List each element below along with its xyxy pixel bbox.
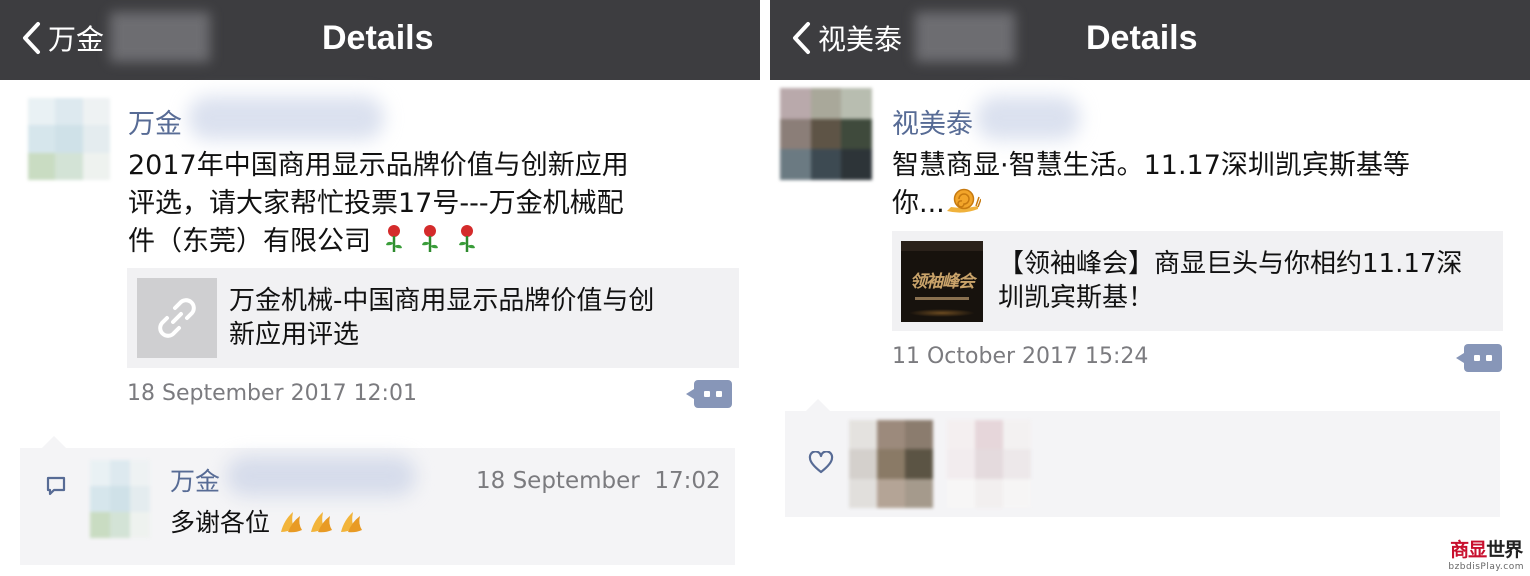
liker-avatar[interactable] [947,420,1031,508]
redacted-name [226,456,416,496]
comment-text: 多谢各位 [170,504,368,545]
redacted-name [976,96,1080,140]
post-text-line: 评选，请大家帮忙投票17号---万金机械配 [128,188,624,219]
likes-section [785,411,1500,517]
pray-emoji [308,507,338,545]
link-icon [137,278,217,358]
comment-menu-button[interactable] [686,380,732,408]
snail-emoji [945,187,982,226]
feedback-arrow [42,436,66,448]
link-thumbnail: 领袖峰会 [901,241,983,322]
nav-bar: 万金 Details [0,0,760,80]
back-label: 视美泰 [818,23,903,56]
rose-emoji [453,223,481,264]
avatar[interactable] [28,98,110,180]
post-author[interactable]: 视美泰 [892,102,973,141]
comment-menu-button[interactable] [1456,344,1502,372]
link-card[interactable]: 万金机械-中国商用显示品牌价值与创 新应用评选 [127,268,739,368]
site-watermark: 商显世界 bzbdisPlay.com [1448,535,1524,572]
nav-bar: 视美泰 Details [770,0,1530,80]
pray-emoji [278,507,308,545]
comment-author[interactable]: 万金 [170,462,220,498]
redacted-name [915,12,1015,62]
post-author[interactable]: 万金 [128,102,182,141]
rose-emoji [416,223,444,264]
chevron-left-icon [23,22,40,54]
post-timestamp: 11 October 2017 15:24 [892,344,1149,369]
link-title: 【领袖峰会】商显巨头与你相约11.17深 圳凯宾斯基！ [998,249,1463,313]
redacted-name [110,12,210,62]
back-button[interactable]: 万金 [20,16,104,60]
comment-icon [46,476,66,496]
page-title: Details [1086,19,1198,57]
liker-avatar[interactable] [849,420,933,508]
thumbnail-title: 领袖峰会 [910,272,975,292]
rose-emoji [380,223,408,264]
right-moment-detail: 视美泰 Details 视美泰 智慧商显·智慧生活。11.17深圳凯宾斯基等 你… [770,0,1530,576]
watermark-domain: bzbdisPlay.com [1448,562,1524,572]
post-timestamp: 18 September 2017 12:01 [127,381,417,406]
pray-emoji [338,507,368,545]
post-text-line: 智慧商显·智慧生活。11.17深圳凯宾斯基等 [892,150,1410,181]
left-moment-detail: 万金 Details 万金 2017年中国商用显示品牌价值与创新应用 评选，请大… [0,0,760,576]
redacted-name [188,96,384,140]
post-text-line: 你... [892,185,1512,226]
link-title: 万金机械-中国商用显示品牌价值与创 新应用评选 [229,286,655,350]
comment-section: 万金 18 September 17:02 多谢各位 [20,448,735,565]
chevron-left-icon [793,22,810,54]
post-text-line: 件（东莞）有限公司 [128,223,728,264]
link-card[interactable]: 领袖峰会 【领袖峰会】商显巨头与你相约11.17深 圳凯宾斯基！ [892,231,1503,331]
watermark-logo: 商显世界 [1450,539,1523,561]
post-text: 智慧商显·智慧生活。11.17深圳凯宾斯基等 你... [892,147,1512,226]
heart-icon [808,451,834,474]
post-text-line: 2017年中国商用显示品牌价值与创新应用 [128,150,629,181]
post-text: 2017年中国商用显示品牌价值与创新应用 评选，请大家帮忙投票17号---万金机… [128,147,728,264]
page-title: Details [322,19,434,57]
commenter-avatar[interactable] [90,460,150,538]
avatar[interactable] [780,88,872,180]
back-button[interactable]: 视美泰 [790,16,902,60]
comment-timestamp: 18 September 17:02 [476,468,721,494]
feedback-arrow [806,399,830,411]
back-label: 万金 [48,23,105,56]
